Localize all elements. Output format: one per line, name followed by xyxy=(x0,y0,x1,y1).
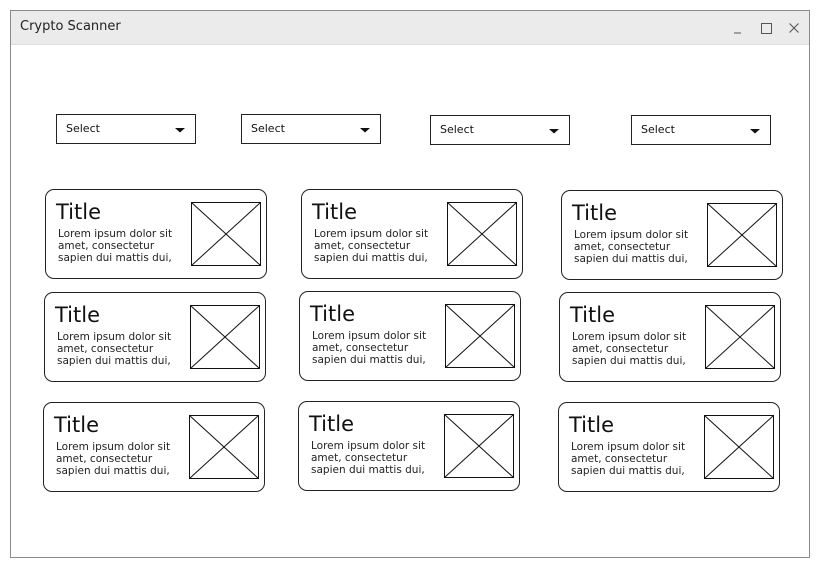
chevron-down-icon xyxy=(174,127,186,133)
card-title: Title xyxy=(569,413,615,437)
card-description: Lorem ipsum dolor sit amet, consectetur … xyxy=(314,228,429,264)
chevron-down-icon xyxy=(749,128,761,134)
crypto-card[interactable]: Title Lorem ipsum dolor sit amet, consec… xyxy=(299,291,521,381)
chevron-down-icon xyxy=(548,128,560,134)
card-description: Lorem ipsum dolor sit amet, consectetur … xyxy=(574,229,689,265)
maximize-button[interactable] xyxy=(755,17,777,39)
filter-select-4[interactable]: Select xyxy=(631,115,771,145)
card-title: Title xyxy=(570,303,616,327)
card-description: Lorem ipsum dolor sit amet, consectetur … xyxy=(57,331,172,367)
crypto-card[interactable]: Title Lorem ipsum dolor sit amet, consec… xyxy=(45,189,267,279)
card-description: Lorem ipsum dolor sit amet, consectetur … xyxy=(571,441,686,477)
select-value: Select xyxy=(66,122,100,135)
filter-select-1[interactable]: Select xyxy=(56,114,196,144)
card-title: Title xyxy=(572,201,618,225)
maximize-icon xyxy=(761,23,772,34)
image-placeholder-icon xyxy=(190,305,260,369)
crypto-card[interactable]: Title Lorem ipsum dolor sit amet, consec… xyxy=(301,189,523,279)
image-placeholder-icon xyxy=(444,414,514,478)
crypto-card[interactable]: Title Lorem ipsum dolor sit amet, consec… xyxy=(44,292,266,382)
crypto-card[interactable]: Title Lorem ipsum dolor sit amet, consec… xyxy=(561,190,783,280)
image-placeholder-icon xyxy=(191,202,261,266)
crypto-card[interactable]: Title Lorem ipsum dolor sit amet, consec… xyxy=(43,402,265,492)
card-description: Lorem ipsum dolor sit amet, consectetur … xyxy=(58,228,173,264)
app-window: Crypto Scanner Select Select Select Sele… xyxy=(10,10,810,558)
card-title: Title xyxy=(309,412,355,436)
card-title: Title xyxy=(312,200,358,224)
image-placeholder-icon xyxy=(707,203,777,267)
minimize-button[interactable] xyxy=(727,17,749,39)
window-title: Crypto Scanner xyxy=(20,19,121,34)
filter-select-3[interactable]: Select xyxy=(430,115,570,145)
card-description: Lorem ipsum dolor sit amet, consectetur … xyxy=(311,440,426,476)
card-title: Title xyxy=(310,302,356,326)
filter-select-2[interactable]: Select xyxy=(241,114,381,144)
select-value: Select xyxy=(251,122,285,135)
select-value: Select xyxy=(641,123,675,136)
image-placeholder-icon xyxy=(189,415,259,479)
crypto-card[interactable]: Title Lorem ipsum dolor sit amet, consec… xyxy=(558,402,780,492)
crypto-card[interactable]: Title Lorem ipsum dolor sit amet, consec… xyxy=(298,401,520,491)
card-title: Title xyxy=(54,413,100,437)
close-icon xyxy=(789,23,799,33)
close-button[interactable] xyxy=(783,17,805,39)
card-description: Lorem ipsum dolor sit amet, consectetur … xyxy=(312,330,427,366)
title-bar: Crypto Scanner xyxy=(11,11,809,45)
select-value: Select xyxy=(440,123,474,136)
card-title: Title xyxy=(56,200,102,224)
chevron-down-icon xyxy=(359,127,371,133)
card-description: Lorem ipsum dolor sit amet, consectetur … xyxy=(572,331,687,367)
image-placeholder-icon xyxy=(445,304,515,368)
card-title: Title xyxy=(55,303,101,327)
card-description: Lorem ipsum dolor sit amet, consectetur … xyxy=(56,441,171,477)
crypto-card[interactable]: Title Lorem ipsum dolor sit amet, consec… xyxy=(559,292,781,382)
image-placeholder-icon xyxy=(447,202,517,266)
image-placeholder-icon xyxy=(705,305,775,369)
image-placeholder-icon xyxy=(704,415,774,479)
minimize-icon xyxy=(734,32,741,34)
